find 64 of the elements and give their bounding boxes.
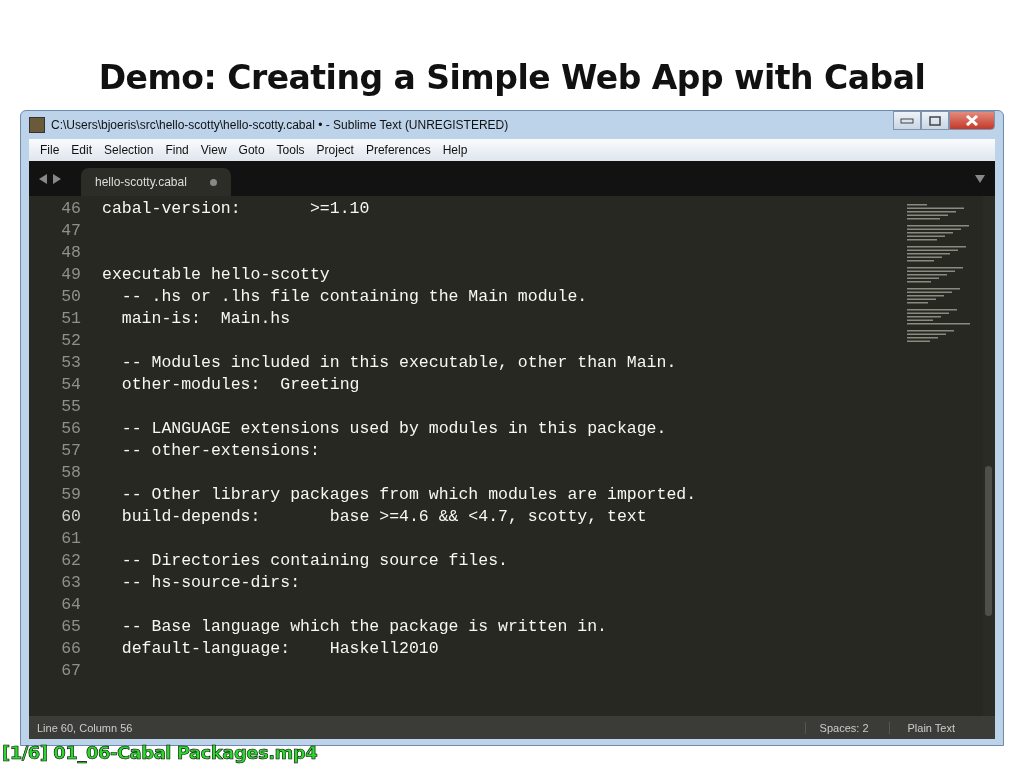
line-number: 53 — [60, 352, 82, 372]
menu-item[interactable]: Tools — [271, 143, 312, 157]
menu-item[interactable]: Edit — [66, 143, 100, 157]
line-number: 48 — [60, 242, 82, 262]
line-number: 63 — [60, 572, 82, 592]
file-tab[interactable]: hello-scotty.cabal — [81, 168, 231, 196]
line-number: 59 — [60, 484, 82, 504]
dropdown-icon[interactable] — [975, 174, 985, 183]
code-line[interactable]: cabal-version: >=1.10 — [102, 198, 370, 218]
code-line[interactable]: -- other-extensions: — [102, 440, 320, 460]
code-line[interactable]: build-depends: base >=4.6 && <4.7, scotty, text — [102, 506, 647, 526]
line-number: 50 — [60, 286, 82, 306]
menu-item[interactable]: File — [35, 143, 67, 157]
line-number: 65 — [60, 616, 82, 636]
line-number: 61 — [60, 528, 82, 548]
indentation-setting[interactable]: Spaces: 2 — [804, 721, 889, 734]
line-number: 54 — [60, 374, 82, 394]
close-icon — [965, 115, 979, 126]
line-number: 49 — [60, 264, 82, 284]
close-button[interactable] — [949, 111, 995, 130]
code-line[interactable]: main-is: Main.hs — [102, 308, 291, 328]
maximize-icon — [929, 115, 941, 126]
window-title: C:\Users\bjoeris\src\hello-scotty\hello-scotty.cabal • - Sublime Text (UNREGISTERED) — [51, 118, 510, 132]
line-number: 47 — [60, 220, 82, 240]
line-number: 56 — [60, 418, 82, 438]
code-line[interactable]: -- LANGUAGE extensions used by modules in this package. — [102, 418, 667, 438]
line-number: 51 — [60, 308, 82, 328]
minimize-icon — [900, 117, 914, 124]
code-line[interactable]: -- Base language which the package is written in. — [102, 616, 607, 636]
menu-item[interactable]: Preferences — [360, 143, 438, 157]
menu-item[interactable]: Find — [160, 143, 196, 157]
menu-item[interactable]: Goto — [233, 143, 272, 157]
minimize-button[interactable] — [893, 111, 921, 130]
menu-item[interactable]: Help — [437, 143, 475, 157]
menu-item[interactable]: Selection — [99, 143, 161, 157]
line-number: 64 — [60, 594, 82, 614]
line-number: 67 — [60, 660, 82, 680]
cursor-position: Line 60, Column 56 — [36, 721, 134, 734]
line-number: 66 — [60, 638, 82, 658]
scrollbar-thumb[interactable] — [985, 466, 992, 616]
code-line[interactable]: -- Directories containing source files. — [102, 550, 508, 570]
line-number: 46 — [60, 198, 82, 218]
unsaved-dot-icon — [210, 178, 217, 186]
line-number: 62 — [60, 550, 82, 570]
line-number: 58 — [60, 462, 82, 482]
line-number: 57 — [60, 440, 82, 460]
line-number: 52 — [60, 330, 82, 350]
code-line[interactable]: -- Other library packages from which modules are imported. — [102, 484, 697, 504]
code-line[interactable]: -- Modules included in this executable, other than Main. — [102, 352, 677, 372]
maximize-button[interactable] — [921, 111, 949, 130]
menu-item[interactable]: Project — [311, 143, 361, 157]
code-line[interactable]: executable hello-scotty — [102, 264, 330, 284]
tab-navigation-icon[interactable] — [39, 173, 61, 184]
code-line[interactable]: other-modules: Greeting — [102, 374, 360, 394]
syntax-setting[interactable]: Plain Text — [888, 721, 995, 734]
slide-title: Demo: Creating a Simple Web App with Cabal — [97, 57, 927, 99]
video-caption: [1/6] 01_06-Cabal Packages.mp4 — [2, 742, 318, 763]
menu-item[interactable]: View — [195, 143, 234, 157]
line-number: 55 — [60, 396, 82, 416]
code-line[interactable]: -- .hs or .lhs file containing the Main module. — [102, 286, 588, 306]
app-icon — [29, 117, 45, 133]
line-number: 60 — [60, 506, 82, 526]
code-line[interactable]: default-language: Haskell2010 — [102, 638, 439, 658]
code-line[interactable]: -- hs-source-dirs: — [102, 572, 301, 592]
